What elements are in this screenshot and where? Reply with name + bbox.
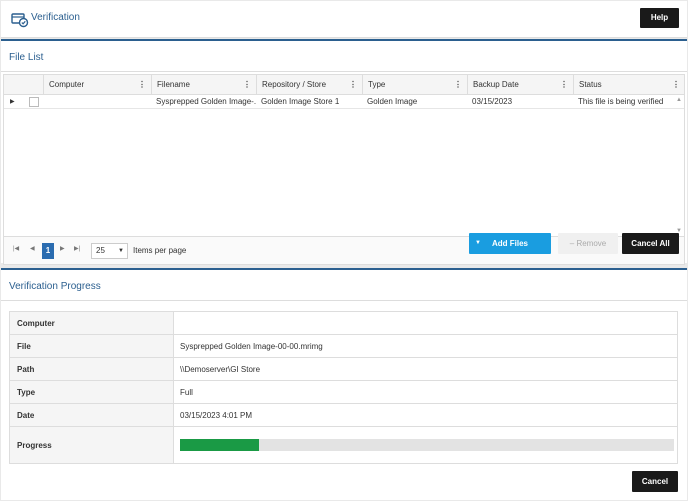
add-files-button[interactable]: ▼ Add Files <box>469 233 551 254</box>
last-page-icon[interactable]: ▶| <box>74 245 80 252</box>
verification-icon <box>11 13 29 28</box>
page-size-select[interactable]: 25 ▼ <box>91 243 128 259</box>
column-menu-icon[interactable]: ⋮ <box>672 75 680 95</box>
column-header-computer[interactable]: Computer ⋮ <box>43 75 151 95</box>
column-menu-icon[interactable]: ⋮ <box>138 75 146 95</box>
file-list-panel: File List Computer ⋮ Filename ⋮ Reposito… <box>1 39 687 265</box>
grid-header: Computer ⋮ Filename ⋮ Repository / Store… <box>4 75 684 95</box>
progress-details-table: Computer File Sysprepped Golden Image-00… <box>9 311 678 464</box>
column-header-status[interactable]: Status ⋮ <box>573 75 685 95</box>
cancel-button[interactable]: Cancel <box>632 471 678 492</box>
file-list-title: File List <box>1 41 687 72</box>
cell-status: This file is being verified <box>578 97 664 106</box>
detail-row-path: Path \\Demoserver\GI Store <box>10 358 677 381</box>
progress-bar-fill <box>180 439 260 451</box>
progress-bar <box>180 439 674 451</box>
column-header-backup-date[interactable]: Backup Date ⋮ <box>467 75 573 95</box>
detail-row-date: Date 03/15/2023 4:01 PM <box>10 404 677 427</box>
column-menu-icon[interactable]: ⋮ <box>349 75 357 95</box>
help-button[interactable]: Help <box>640 8 679 28</box>
dropdown-caret-icon: ▼ <box>475 240 481 246</box>
column-header-type[interactable]: Type ⋮ <box>362 75 467 95</box>
previous-page-icon[interactable]: ◀ <box>30 245 35 252</box>
verification-progress-panel: Verification Progress Computer File Sysp… <box>1 268 687 500</box>
detail-row-progress: Progress <box>10 427 677 463</box>
column-header-filename[interactable]: Filename ⋮ <box>151 75 256 95</box>
items-per-page-label: Items per page <box>133 246 187 255</box>
detail-row-file: File Sysprepped Golden Image-00-00.mrimg <box>10 335 677 358</box>
detail-row-computer: Computer <box>10 312 677 335</box>
current-page-button[interactable]: 1 <box>42 243 54 259</box>
column-menu-icon[interactable]: ⋮ <box>454 75 462 95</box>
cell-type: Golden Image <box>367 97 418 106</box>
column-menu-icon[interactable]: ⋮ <box>243 75 251 95</box>
cancel-all-button[interactable]: Cancel All <box>622 233 679 254</box>
table-row[interactable]: ▶ Sysprepped Golden Image-... Golden Ima… <box>4 95 684 109</box>
first-page-icon[interactable]: |◀ <box>13 245 19 252</box>
chevron-down-icon: ▼ <box>118 248 124 254</box>
cell-repository: Golden Image Store 1 <box>261 97 340 106</box>
row-checkbox[interactable] <box>29 97 39 107</box>
cell-computer <box>43 95 151 109</box>
verification-progress-title: Verification Progress <box>1 270 687 301</box>
page-title: Verification <box>31 12 80 23</box>
expand-row-icon[interactable]: ▶ <box>10 95 15 109</box>
detail-row-type: Type Full <box>10 381 677 404</box>
file-grid: Computer ⋮ Filename ⋮ Repository / Store… <box>3 74 685 237</box>
column-header-repository[interactable]: Repository / Store ⋮ <box>256 75 362 95</box>
scroll-up-icon[interactable]: ▲ <box>676 97 682 103</box>
remove-button[interactable]: – Remove <box>558 233 618 254</box>
app-header: Verification Help <box>1 1 687 38</box>
column-menu-icon[interactable]: ⋮ <box>560 75 568 95</box>
cell-filename: Sysprepped Golden Image-... <box>156 97 256 106</box>
next-page-icon[interactable]: ▶ <box>60 245 65 252</box>
cell-backup-date: 03/15/2023 <box>472 97 513 106</box>
